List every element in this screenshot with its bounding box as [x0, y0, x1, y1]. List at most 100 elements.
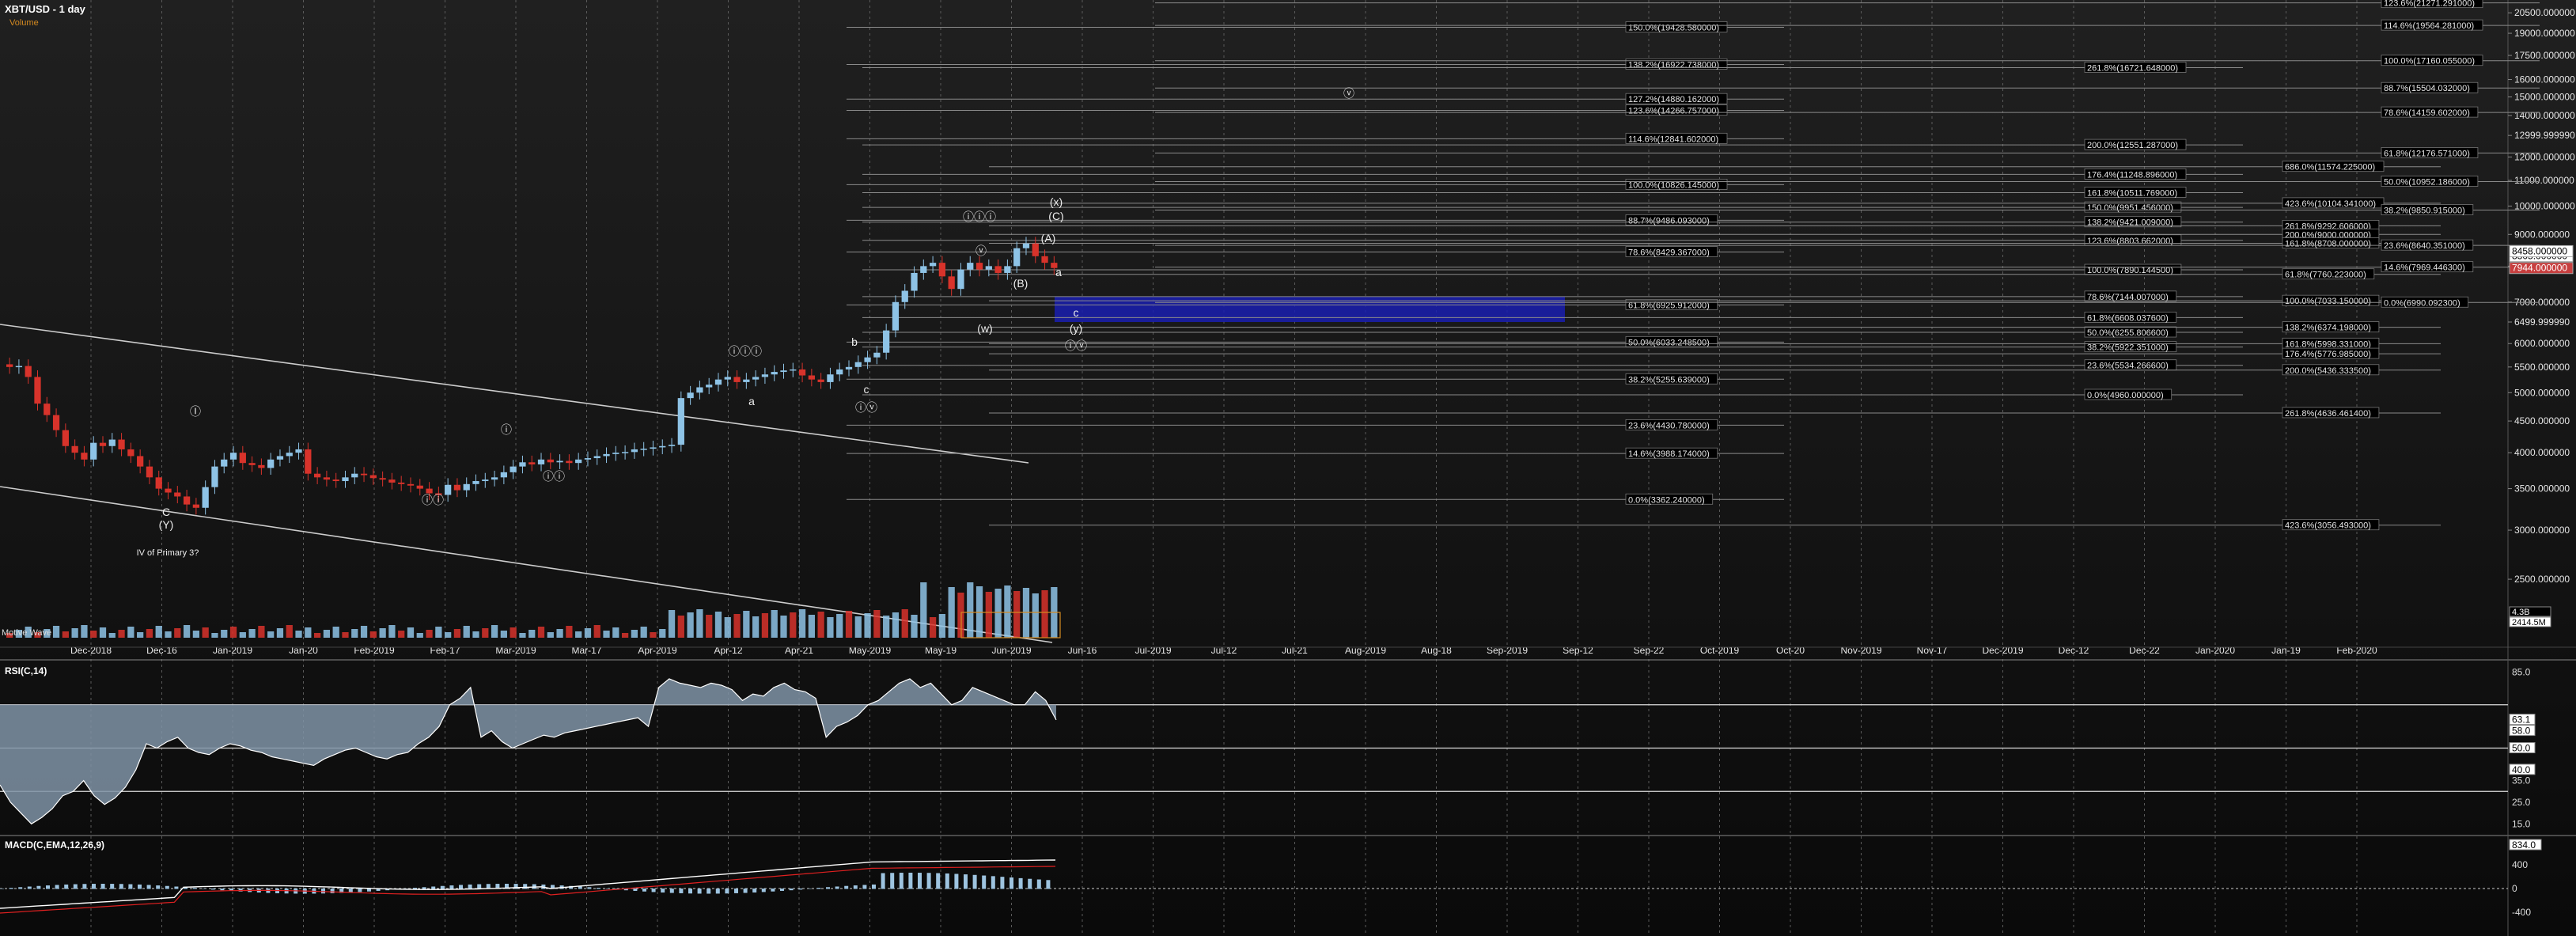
x-tick-label: Jan-20 [289, 645, 318, 656]
volume-bar [90, 631, 97, 638]
volume-bar [584, 628, 592, 638]
macd-histogram-bar [743, 889, 748, 893]
fib-level-label: 123.6%(8803.662000) [2087, 237, 2173, 246]
chart-window: Dec-2018 Dec-16 Jan-2019 Jan-20 Feb-2019 Feb-… [0, 0, 2576, 936]
candle-body [743, 379, 750, 382]
macd-histogram-bar [761, 889, 766, 892]
candle-body [920, 266, 927, 273]
macd-histogram-bar [27, 886, 32, 889]
x-tick-label: Sep-2019 [1487, 645, 1528, 656]
candle-body [603, 453, 610, 457]
wave-label: (x) [1050, 195, 1063, 208]
fib-level-label: 50.0%(6033.248500) [1628, 338, 1710, 347]
y-tick-label: 12999.999990 [2514, 130, 2575, 141]
volume-bar [369, 631, 377, 638]
x-tick-label: Aug-2019 [1345, 645, 1386, 656]
candle-body [817, 379, 824, 382]
volume-bar [221, 630, 228, 638]
fib-level-label: 261.8%(16721.648000) [2087, 64, 2178, 74]
candle-body [445, 484, 452, 495]
volume-bar [706, 615, 713, 638]
y-tick-label: 14000.000000 [2514, 110, 2575, 121]
volume-bar [388, 625, 396, 638]
fib-level-label: 23.6%(8640.351000) [2384, 241, 2465, 251]
volume-bar [938, 614, 946, 638]
candle-body [416, 485, 423, 489]
candle-body [118, 439, 125, 449]
volume-bar [798, 609, 806, 638]
candle-body [854, 362, 862, 367]
x-tick-label: Nov-17 [1917, 645, 1948, 656]
volume-bar [453, 629, 461, 638]
candle-body [687, 392, 694, 399]
candle-body [771, 372, 778, 375]
volume-bar [62, 631, 69, 638]
candle-body [864, 357, 871, 362]
candle-body [202, 487, 209, 508]
volume-bar [52, 626, 60, 638]
fib-level-label: 88.7%(9486.093000) [1628, 216, 1710, 225]
x-tick-label: Dec-16 [146, 645, 177, 656]
macd-histogram-bar [587, 887, 592, 889]
candle-body [761, 374, 769, 377]
fib-level-label: 0.0%(3362.240000) [1628, 495, 1705, 505]
y-tick-label: 5500.000000 [2514, 362, 2570, 373]
macd-histogram-bar [826, 887, 830, 889]
volume-bar [901, 609, 908, 638]
macd-histogram-bar [321, 889, 325, 894]
macd-histogram-bar [789, 889, 794, 891]
candle-body [351, 473, 358, 478]
volume-bar [650, 632, 657, 638]
macd-histogram-bar [899, 873, 903, 889]
macd-histogram-bar [431, 886, 436, 889]
chart-canvas[interactable]: Dec-2018 Dec-16 Jan-2019 Jan-20 Feb-2019 Feb-… [0, 0, 2576, 936]
wave-label: ⓘⓘ [543, 470, 565, 483]
candle-body [305, 449, 312, 474]
x-tick-label: Apr-21 [785, 645, 813, 656]
volume-bar [313, 633, 321, 638]
volume-bar [267, 631, 275, 638]
volume-bar [305, 627, 312, 638]
volume-bar [771, 610, 778, 638]
x-tick-label: Dec-2019 [1982, 645, 2023, 656]
wave-label: c [864, 383, 869, 396]
macd-histogram-bar [36, 885, 41, 889]
volume-bar [137, 632, 144, 638]
macd-histogram-bar [9, 888, 13, 889]
macd-histogram-bar [440, 885, 445, 889]
fib-level-label: 38.2%(9850.915000) [2384, 207, 2465, 216]
wave-label: ⓘ [501, 423, 512, 436]
volume-bar [248, 629, 256, 638]
macd-histogram-bar [468, 884, 472, 889]
x-tick-label: Dec-2018 [70, 645, 112, 656]
candle-body [342, 477, 349, 482]
candle-body [44, 404, 51, 415]
fib-level-label: 176.4%(5776.985000) [2285, 350, 2371, 359]
candle-body [790, 369, 797, 371]
candle-body [472, 481, 479, 484]
fib-level-label: 150.0%(9951.456000) [2087, 203, 2173, 213]
volume-bar [556, 629, 563, 638]
macd-histogram-bar [734, 889, 738, 893]
wave-label: ⓘⓘ [422, 494, 444, 506]
fib-level-label: 123.6%(14266.757000) [1628, 107, 1719, 116]
macd-histogram-bar [1018, 877, 1023, 889]
x-tick-label: Jul-12 [1211, 645, 1237, 656]
candle-body [1022, 243, 1030, 248]
candle-body [52, 415, 60, 430]
fib-level-label: 161.8%(5998.331000) [2285, 339, 2371, 349]
y-tick-label: 6499.999990 [2514, 316, 2570, 328]
candle-body [211, 466, 218, 487]
candle-body [15, 366, 23, 368]
x-tick-label: Jan-2019 [213, 645, 252, 656]
candle-body [174, 492, 181, 497]
candle-body [1032, 243, 1039, 256]
candle-body [369, 475, 377, 479]
candle-body [229, 453, 237, 460]
macd-histogram-bar [816, 888, 821, 889]
wave-label: IV of Primary 3? [137, 548, 199, 558]
candle-body [276, 456, 284, 460]
macd-histogram-bar [926, 873, 931, 889]
candle-body [901, 290, 908, 302]
candle-body [1041, 256, 1048, 263]
